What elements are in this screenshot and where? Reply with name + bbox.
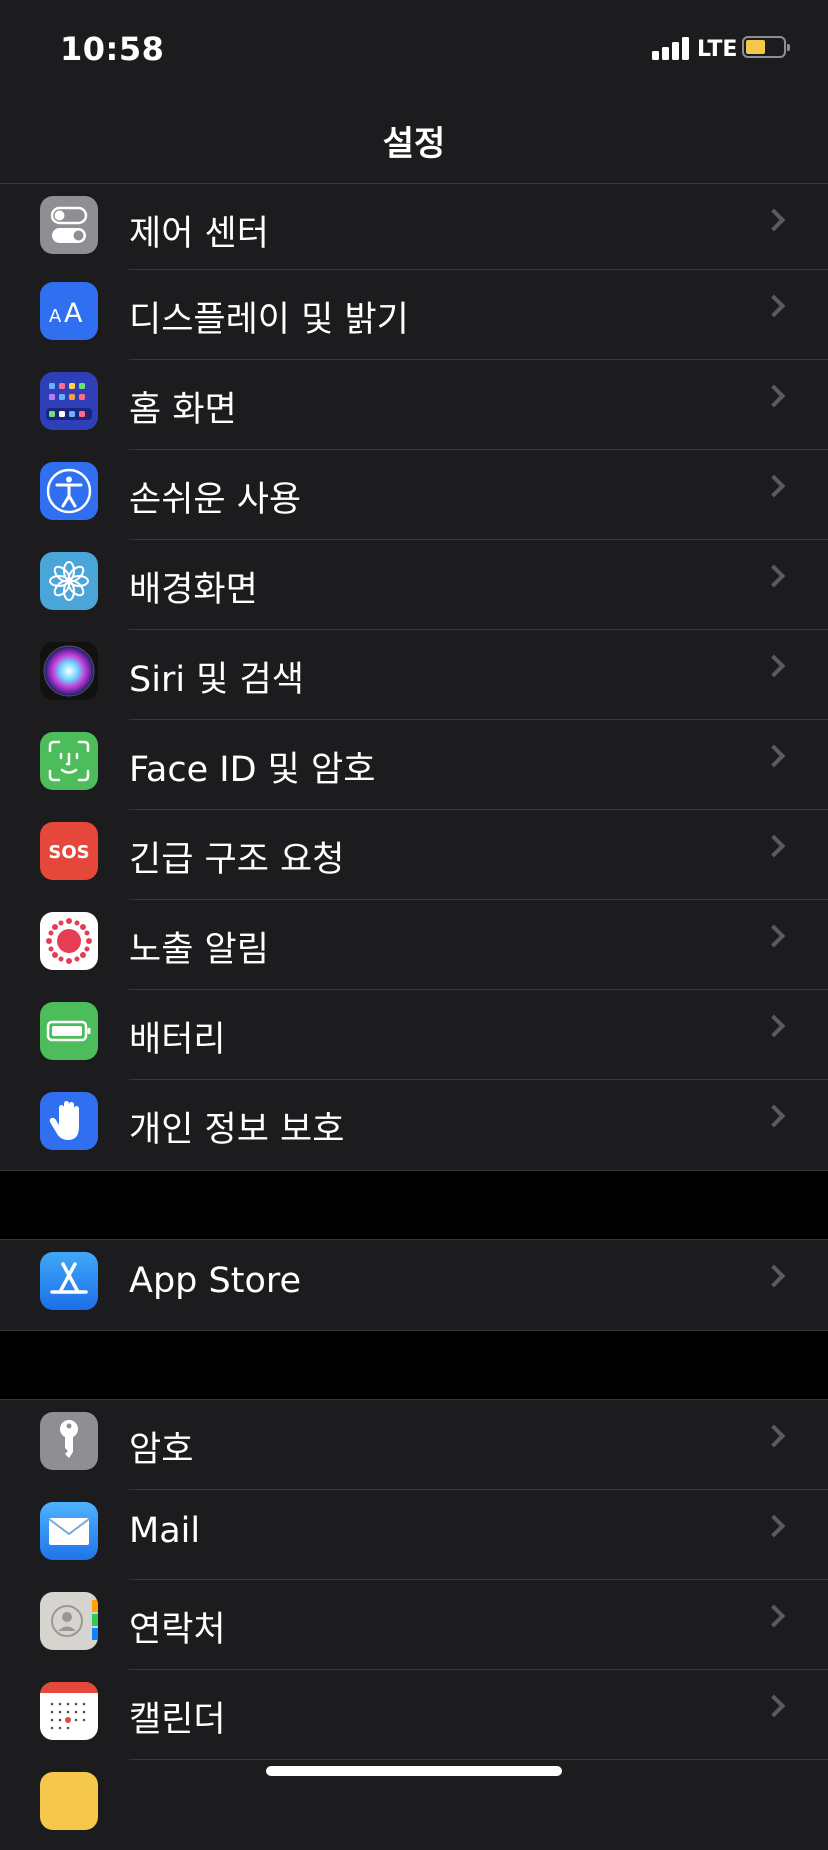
accessibility-icon — [40, 462, 98, 520]
notes-icon — [40, 1772, 98, 1830]
face-id-icon — [40, 732, 98, 790]
settings-row-face-id[interactable]: Face ID 및 암호 — [0, 720, 828, 810]
home-screen-icon — [40, 372, 98, 430]
settings-list: 제어 센터 AA 디스플레이 및 밝기 홈 화면 손쉬운 사용 배경화면 Sir… — [0, 184, 828, 1850]
chevron-right-icon — [762, 924, 786, 948]
settings-row-privacy[interactable]: 개인 정보 보호 — [0, 1080, 828, 1170]
settings-group: 제어 센터 AA 디스플레이 및 밝기 홈 화면 손쉬운 사용 배경화면 Sir… — [0, 184, 828, 1170]
settings-row-label: 손쉬운 사용 — [129, 480, 302, 520]
calendar-icon — [40, 1682, 98, 1740]
home-indicator[interactable] — [266, 1766, 562, 1776]
chevron-right-icon — [762, 1014, 786, 1038]
chevron-right-icon — [762, 1264, 786, 1288]
settings-row-label: 배터리 — [129, 1020, 226, 1060]
svg-text:A: A — [64, 298, 83, 329]
chevron-right-icon — [762, 834, 786, 858]
siri-icon — [40, 642, 98, 700]
settings-row-accessibility[interactable]: 손쉬운 사용 — [0, 450, 828, 540]
settings-row-calendar[interactable]: 캘린더 — [0, 1670, 828, 1760]
settings-row-label: Face ID 및 암호 — [129, 750, 376, 790]
section-gap — [0, 1330, 828, 1400]
passwords-key-icon — [40, 1412, 98, 1470]
privacy-hand-icon — [40, 1092, 98, 1150]
settings-row-wallpaper[interactable]: 배경화면 — [0, 540, 828, 630]
battery-icon — [40, 1002, 98, 1060]
settings-row-label: Siri 및 검색 — [129, 660, 304, 700]
control-center-icon — [40, 196, 98, 254]
chevron-right-icon — [762, 294, 786, 318]
settings-row-label: 제어 센터 — [129, 214, 269, 254]
chevron-right-icon — [762, 1604, 786, 1628]
section-gap — [0, 1170, 828, 1240]
settings-group: 암호 Mail 연락처 캘린더 — [0, 1400, 828, 1850]
settings-row-battery[interactable]: 배터리 — [0, 990, 828, 1080]
settings-row-label: 연락처 — [129, 1610, 226, 1650]
contacts-icon — [40, 1592, 98, 1650]
settings-row-emergency-sos[interactable]: SOS 긴급 구조 요청 — [0, 810, 828, 900]
settings-row-label: 긴급 구조 요청 — [129, 840, 345, 880]
chevron-right-icon — [762, 744, 786, 768]
svg-text:A: A — [49, 306, 62, 327]
settings-row-passwords[interactable]: 암호 — [0, 1400, 828, 1490]
settings-row-label: 개인 정보 보호 — [129, 1110, 345, 1150]
settings-row-app-store[interactable]: App Store — [0, 1240, 828, 1330]
chevron-right-icon — [762, 474, 786, 498]
settings-row-label: 캘린더 — [129, 1700, 226, 1740]
settings-row-contacts[interactable]: 연락처 — [0, 1580, 828, 1670]
settings-row-label: Mail — [129, 1511, 201, 1551]
settings-row-control-center[interactable]: 제어 센터 — [0, 184, 828, 270]
settings-row-exposure[interactable]: 노출 알림 — [0, 900, 828, 990]
display-brightness-icon: AA — [40, 282, 98, 340]
settings-row-display[interactable]: AA 디스플레이 및 밝기 — [0, 270, 828, 360]
status-time: 10:58 — [60, 30, 165, 68]
chevron-right-icon — [762, 1104, 786, 1128]
chevron-right-icon — [762, 384, 786, 408]
chevron-right-icon — [762, 1514, 786, 1538]
status-bar: 10:58 LTE — [0, 0, 828, 96]
app-store-icon — [40, 1252, 98, 1310]
cellular-signal-icon — [652, 36, 692, 60]
chevron-right-icon — [762, 654, 786, 678]
settings-row-label: 암호 — [129, 1430, 194, 1470]
navigation-bar: 설정 — [0, 96, 828, 184]
mail-icon — [40, 1502, 98, 1560]
settings-row-siri[interactable]: Siri 및 검색 — [0, 630, 828, 720]
chevron-right-icon — [762, 1424, 786, 1448]
battery-status-icon — [742, 36, 790, 58]
network-type: LTE — [697, 37, 738, 62]
wallpaper-icon — [40, 552, 98, 610]
chevron-right-icon — [762, 208, 786, 232]
settings-row-label: 배경화면 — [129, 570, 258, 610]
settings-row-label: 디스플레이 및 밝기 — [129, 300, 409, 340]
page-title: 설정 — [382, 124, 446, 164]
settings-row-label: 노출 알림 — [129, 930, 269, 970]
chevron-right-icon — [762, 564, 786, 588]
settings-row-home-screen[interactable]: 홈 화면 — [0, 360, 828, 450]
settings-row-label: App Store — [129, 1261, 302, 1301]
sos-icon: SOS — [40, 822, 98, 880]
settings-row-mail[interactable]: Mail — [0, 1490, 828, 1580]
exposure-notifications-icon — [40, 912, 98, 970]
sos-icon-text: SOS — [48, 842, 89, 863]
settings-group: App Store — [0, 1240, 828, 1330]
chevron-right-icon — [762, 1694, 786, 1718]
settings-row-label: 홈 화면 — [129, 390, 237, 430]
